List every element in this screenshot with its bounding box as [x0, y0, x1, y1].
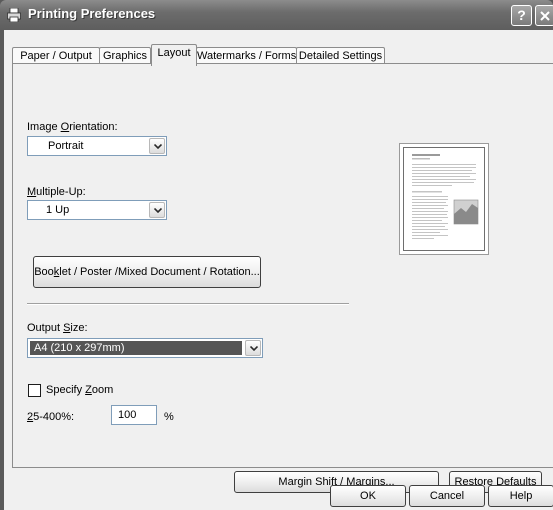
zoom-range-label: 25-400%: — [27, 411, 75, 423]
separator — [27, 303, 349, 305]
booklet-poster-button[interactable]: Booklet / Poster /Mixed Document / Rotat… — [33, 256, 261, 288]
layout-panel: Image Orientation: Portrait Multiple-Up:… — [12, 63, 553, 493]
tab-strip: Paper / Output Graphics Layout Watermark… — [12, 44, 552, 66]
chevron-down-icon[interactable] — [149, 138, 165, 154]
cancel-button[interactable]: Cancel — [409, 485, 485, 507]
page-preview — [399, 143, 489, 255]
printing-preferences-window: Printing Preferences ? Paper / Output Gr… — [0, 0, 553, 510]
window-title: Printing Preferences — [28, 6, 156, 21]
zoom-input[interactable]: 100 — [111, 405, 157, 425]
specify-zoom-label[interactable]: Specify Zoom — [46, 384, 113, 396]
output-size-label: Output Size: — [27, 322, 88, 334]
help-title-button[interactable]: ? — [511, 5, 532, 26]
chevron-down-icon[interactable] — [245, 340, 261, 356]
image-orientation-label: Image Orientation: — [27, 121, 118, 133]
ok-button[interactable]: OK — [330, 485, 406, 507]
page-preview-sheet — [403, 147, 485, 251]
document-preview-icon — [412, 154, 479, 239]
zoom-unit-label: % — [164, 411, 174, 423]
tab-layout[interactable]: Layout — [151, 44, 197, 66]
image-orientation-combo[interactable]: Portrait — [27, 136, 167, 156]
chevron-down-icon[interactable] — [149, 202, 165, 218]
close-title-button[interactable] — [535, 5, 553, 26]
dialog-client-area: Paper / Output Graphics Layout Watermark… — [4, 30, 553, 510]
specify-zoom-checkbox[interactable] — [28, 384, 41, 397]
title-bar[interactable]: Printing Preferences ? — [0, 0, 553, 30]
printer-icon — [7, 7, 21, 23]
image-orientation-value: Portrait — [48, 140, 84, 152]
multiple-up-label: Multiple-Up: — [27, 186, 86, 198]
close-icon — [540, 8, 550, 24]
zoom-input-value: 100 — [118, 409, 137, 421]
multiple-up-combo[interactable]: 1 Up — [27, 200, 167, 220]
help-button[interactable]: Help — [488, 485, 553, 507]
output-size-combo[interactable]: A4 (210 x 297mm) — [27, 338, 263, 358]
output-size-value: A4 (210 x 297mm) — [30, 341, 242, 355]
multiple-up-value: 1 Up — [46, 204, 70, 216]
